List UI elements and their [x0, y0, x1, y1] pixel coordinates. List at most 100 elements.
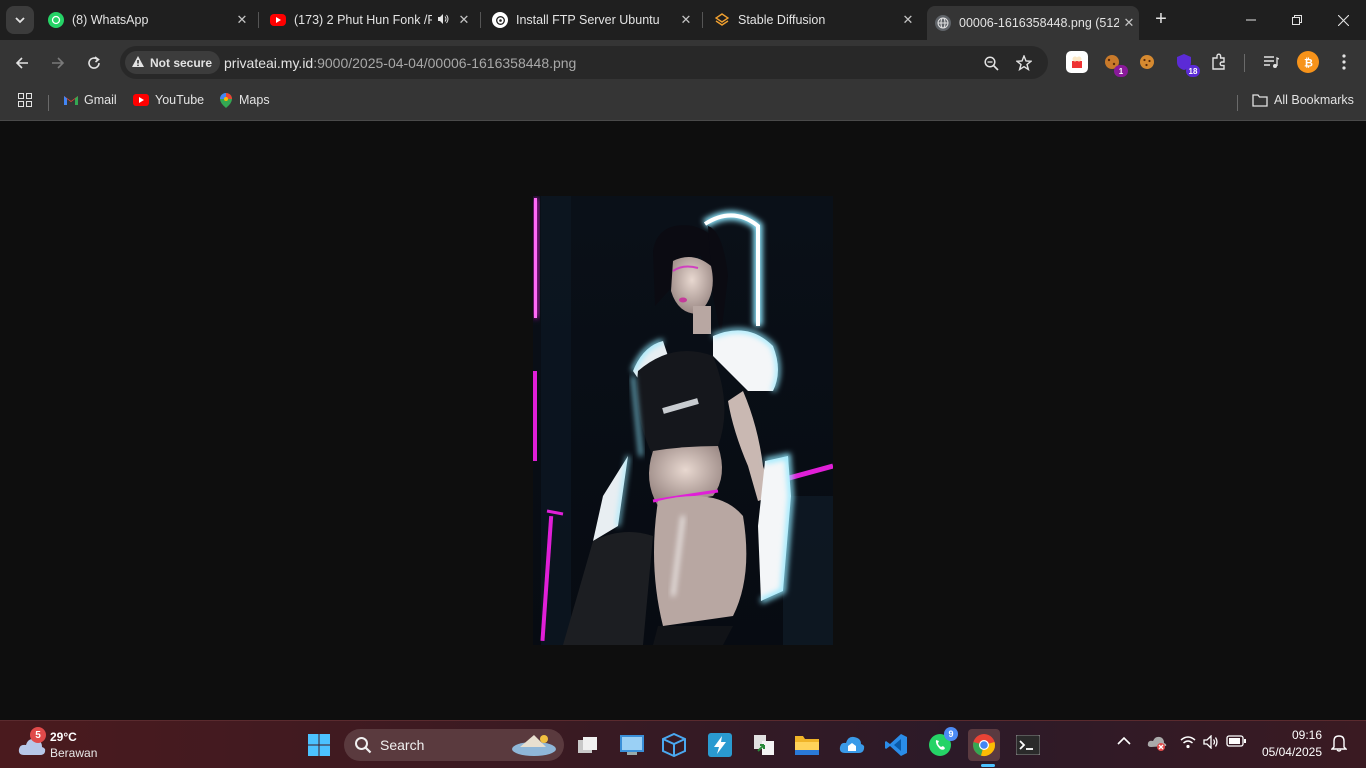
chrome-icon — [973, 734, 995, 756]
vscode-icon — [885, 734, 907, 756]
extension-badge: 18 — [1186, 65, 1200, 77]
bookmark-gmail[interactable]: Gmail — [64, 93, 117, 107]
bookmarks-divider — [48, 95, 49, 111]
start-button[interactable] — [303, 729, 335, 761]
close-icon — [1337, 14, 1349, 26]
windows-logo-icon — [308, 734, 330, 756]
forward-button[interactable] — [44, 49, 72, 77]
taskbar-app-terminal[interactable] — [1012, 729, 1044, 761]
bookmark-label: Gmail — [84, 93, 117, 107]
cloud-home-icon — [839, 736, 865, 753]
security-chip[interactable]: Not secure — [125, 51, 221, 74]
tab-divider — [258, 12, 259, 28]
taskbar-app-cloud[interactable] — [836, 729, 868, 761]
tab-stable-diffusion[interactable]: Stable Diffusion ✕ — [706, 6, 918, 34]
wifi-tray[interactable] — [1180, 735, 1196, 752]
bookmarks-divider — [1237, 95, 1238, 111]
maps-pin-icon — [219, 92, 233, 108]
new-tab-button[interactable]: + — [1150, 8, 1172, 30]
toolbar-divider — [1244, 54, 1245, 72]
tab-title: (173) 2 Phut Hun Fonk /F — [294, 13, 432, 27]
weather-condition: Berawan — [50, 746, 98, 760]
bookmark-label: Maps — [239, 93, 270, 107]
extension-cookie-icon[interactable]: 1 — [1101, 51, 1128, 77]
close-icon[interactable]: ✕ — [676, 12, 696, 28]
search-highlight-icon — [512, 735, 556, 756]
wifi-icon — [1180, 736, 1196, 749]
tab-ftp-server[interactable]: Install FTP Server Ubuntu ✕ — [484, 6, 696, 34]
arrow-left-icon — [15, 57, 28, 69]
svg-text:₿: ₿ — [1304, 57, 1313, 70]
tab-title: Stable Diffusion — [738, 13, 826, 27]
cloud-error-icon — [1147, 736, 1167, 751]
globe-icon — [935, 15, 951, 31]
bookmark-youtube[interactable]: YouTube — [133, 93, 204, 107]
taskbar-app-vscode[interactable] — [880, 729, 912, 761]
search-icon — [355, 737, 372, 754]
cyberpunk-figure-illustration — [533, 196, 833, 645]
all-bookmarks-label: All Bookmarks — [1274, 93, 1354, 107]
folder-icon — [795, 736, 819, 755]
close-icon[interactable]: ✕ — [1119, 15, 1139, 31]
tab-divider — [480, 12, 481, 28]
profile-bitcoin-icon[interactable]: ₿ — [1297, 51, 1319, 73]
show-hidden-icons-button[interactable] — [1117, 735, 1131, 749]
arrow-right-icon — [52, 57, 65, 69]
cube-icon — [662, 733, 686, 757]
minimize-button[interactable] — [1228, 0, 1274, 40]
battery-tray[interactable] — [1226, 735, 1246, 750]
bookmark-star-icon[interactable] — [1013, 52, 1035, 74]
close-window-button[interactable] — [1320, 0, 1366, 40]
taskbar-app-chrome[interactable] — [968, 729, 1000, 767]
extension-popcorn-icon[interactable] — [1066, 51, 1088, 73]
close-icon[interactable]: ✕ — [454, 12, 474, 28]
battery-icon — [1226, 735, 1246, 747]
taskbar-app-file-explorer[interactable] — [791, 729, 823, 761]
menu-kebab-icon[interactable] — [1333, 51, 1355, 73]
notifications-button[interactable] — [1330, 734, 1348, 755]
displayed-image[interactable] — [533, 196, 833, 645]
close-icon[interactable]: ✕ — [898, 12, 918, 28]
page-viewport — [0, 121, 1366, 720]
media-control-icon[interactable] — [1260, 51, 1282, 73]
speaker-icon[interactable] — [432, 13, 454, 28]
clock-date: 05/04/2025 — [1261, 745, 1322, 759]
back-button[interactable] — [8, 49, 36, 77]
tab-whatsapp[interactable]: (8) WhatsApp ✕ — [40, 6, 252, 34]
terminal-icon — [1016, 735, 1040, 755]
taskbar-search[interactable]: Search — [344, 729, 564, 761]
apps-grid-button[interactable] — [18, 93, 38, 107]
address-bar[interactable]: Not secure privateai.my.id:9000/2025-04-… — [120, 46, 1048, 79]
speaker-icon — [1203, 734, 1218, 750]
tab-divider — [702, 12, 703, 28]
task-view-button[interactable] — [572, 729, 604, 761]
whatsapp-icon — [48, 12, 64, 28]
taskbar-app-whatsapp[interactable]: 9 — [924, 727, 958, 761]
url-text[interactable]: privateai.my.id:9000/2025-04-04/00006-16… — [224, 55, 576, 71]
restore-button[interactable] — [1274, 0, 1320, 40]
extension-shield-icon[interactable]: 18 — [1173, 51, 1200, 77]
all-bookmarks-button[interactable]: All Bookmarks — [1252, 93, 1354, 107]
reload-button[interactable] — [80, 49, 108, 77]
file-transfer-icon — [754, 735, 774, 755]
zoom-icon[interactable] — [980, 52, 1002, 74]
extensions-puzzle-icon[interactable] — [1208, 51, 1230, 73]
bookmark-maps[interactable]: Maps — [219, 92, 270, 108]
volume-tray[interactable] — [1203, 734, 1219, 752]
tab-youtube[interactable]: (173) 2 Phut Hun Fonk /F ✕ — [262, 6, 474, 34]
tab-search-button[interactable] — [6, 6, 34, 34]
extension-biscuit-icon[interactable] — [1136, 51, 1158, 73]
tab-active-image[interactable]: 00006-1616358448.png (512 ✕ — [927, 6, 1139, 40]
reload-icon — [88, 56, 100, 69]
remote-desktop-icon — [620, 735, 644, 755]
stable-diffusion-icon — [714, 12, 730, 28]
taskbar-app-virtualbox[interactable] — [658, 729, 690, 761]
weather-widget[interactable]: 5 29°C Berawan — [14, 727, 114, 763]
close-icon[interactable]: ✕ — [232, 12, 252, 28]
onedrive-tray[interactable] — [1147, 735, 1167, 754]
weather-alert-badge: 5 — [30, 727, 46, 743]
taskbar-app-lightning[interactable] — [704, 729, 736, 761]
taskbar-app-rdp[interactable] — [616, 729, 648, 761]
system-clock[interactable]: 09:16 05/04/2025 — [1262, 727, 1322, 761]
taskbar-app-transfer[interactable] — [748, 729, 780, 761]
